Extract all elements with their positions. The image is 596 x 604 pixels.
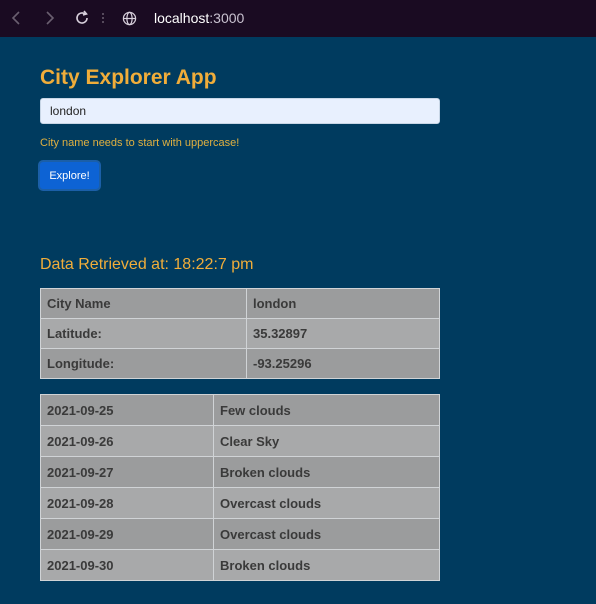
table-row: City Name london xyxy=(40,288,440,319)
forecast-date: 2021-09-26 xyxy=(40,425,214,457)
forecast-description: Clear Sky xyxy=(213,425,440,457)
table-row: 2021-09-27 Broken clouds xyxy=(40,456,440,488)
table-row: 2021-09-29 Overcast clouds xyxy=(40,518,440,550)
table-row: 2021-09-30 Broken clouds xyxy=(40,549,440,581)
forecast-table: 2021-09-25 Few clouds 2021-09-26 Clear S… xyxy=(40,394,440,581)
forecast-description: Broken clouds xyxy=(213,456,440,488)
city-name-value: london xyxy=(246,288,440,319)
forecast-description: Broken clouds xyxy=(213,549,440,581)
forecast-description: Overcast clouds xyxy=(213,487,440,519)
data-retrieved-time: Data Retrieved at: 18:22:7 pm xyxy=(40,256,254,273)
city-name-label: City Name xyxy=(40,288,247,319)
reload-icon[interactable] xyxy=(73,9,91,27)
back-icon[interactable] xyxy=(8,9,26,27)
more-vertical-icon[interactable] xyxy=(96,9,110,27)
table-row: 2021-09-26 Clear Sky xyxy=(40,425,440,457)
table-row: Longitude: -93.25296 xyxy=(40,348,440,379)
latitude-value: 35.32897 xyxy=(246,318,440,349)
table-row: 2021-09-25 Few clouds xyxy=(40,394,440,426)
longitude-label: Longitude: xyxy=(40,348,247,379)
forecast-date: 2021-09-30 xyxy=(40,549,214,581)
city-info-table: City Name london Latitude: 35.32897 Long… xyxy=(40,288,440,379)
forward-icon[interactable] xyxy=(40,9,58,27)
table-row: Latitude: 35.32897 xyxy=(40,318,440,349)
browser-toolbar: localhost:3000 xyxy=(0,0,596,37)
longitude-value: -93.25296 xyxy=(246,348,440,379)
app-title: City Explorer App xyxy=(40,66,217,89)
address-bar[interactable]: localhost:3000 xyxy=(154,10,244,26)
forecast-date: 2021-09-27 xyxy=(40,456,214,488)
table-row: 2021-09-28 Overcast clouds xyxy=(40,487,440,519)
validation-message: City name needs to start with uppercase! xyxy=(40,137,240,149)
url-port: :3000 xyxy=(209,10,245,26)
forecast-description: Few clouds xyxy=(213,394,440,426)
city-search-input[interactable] xyxy=(40,98,440,124)
url-host: localhost xyxy=(154,10,210,26)
latitude-label: Latitude: xyxy=(40,318,247,349)
forecast-date: 2021-09-28 xyxy=(40,487,214,519)
globe-icon[interactable] xyxy=(120,9,138,27)
forecast-date: 2021-09-25 xyxy=(40,394,214,426)
forecast-description: Overcast clouds xyxy=(213,518,440,550)
forecast-date: 2021-09-29 xyxy=(40,518,214,550)
explore-button[interactable]: Explore! xyxy=(38,160,101,191)
